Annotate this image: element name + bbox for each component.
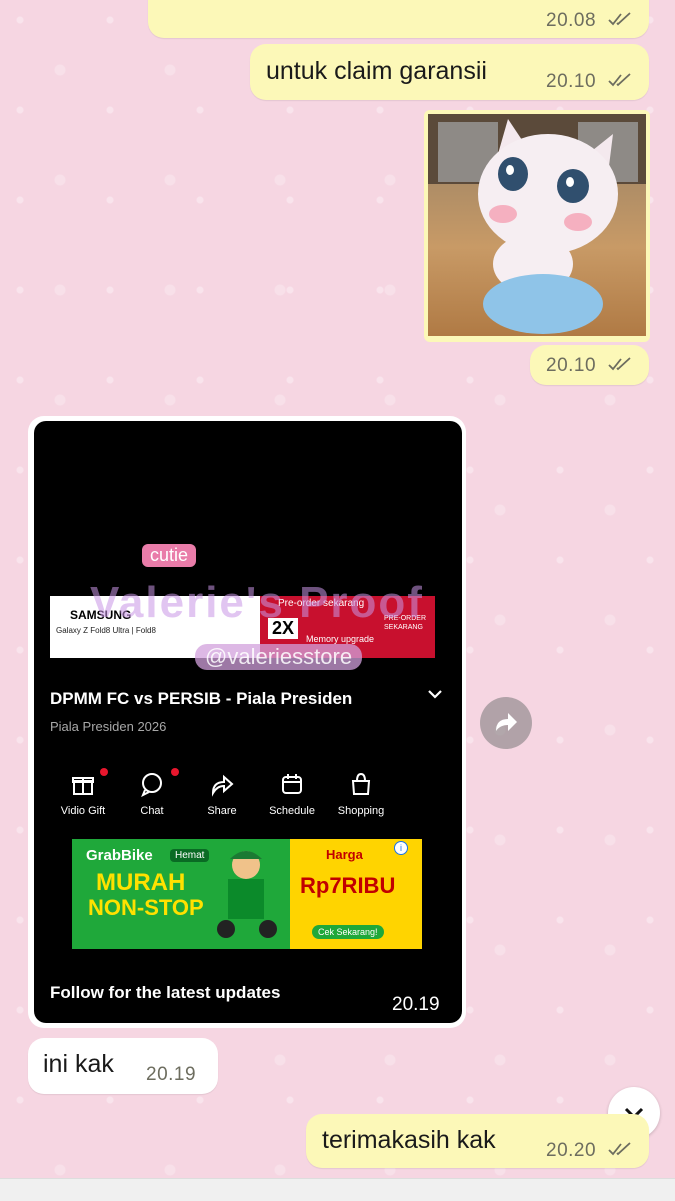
forward-icon [496, 713, 517, 731]
action-chat[interactable]: Chat [117, 771, 187, 817]
video-title: DPMM FC vs PERSIB - Piala Presiden [50, 689, 353, 708]
ad-price-label: Harga [326, 847, 363, 862]
action-label: Share [207, 805, 237, 817]
action-shopping[interactable]: Shopping [326, 771, 396, 817]
ad-headline-1: MURAH [96, 869, 186, 896]
grabbike-ad-banner[interactable]: GrabBike Hemat MURAH NON-STOP Harga Rp7R… [72, 839, 422, 949]
message-bubble-incoming[interactable]: ini kak 20.19 [28, 1038, 218, 1094]
message-text: untuk claim garansii [266, 57, 487, 85]
watermark-title: Valerie's Proof [90, 578, 424, 627]
message-bubble-outgoing[interactable]: 20.08 [148, 0, 649, 38]
action-schedule[interactable]: Schedule [257, 771, 327, 817]
ad-headline-2: NON-STOP [88, 895, 204, 920]
action-label: Schedule [269, 805, 315, 817]
message-text: ini kak [43, 1050, 114, 1078]
message-time: 20.10 [546, 71, 597, 92]
chat-icon [141, 773, 162, 797]
action-label: Chat [140, 805, 164, 817]
message-text: terimakasih kak [322, 1126, 496, 1154]
forward-button[interactable] [480, 697, 532, 749]
action-vidio-gift[interactable]: Vidio Gift [48, 771, 118, 817]
share-icon [211, 774, 234, 797]
notification-badge [100, 768, 108, 776]
ad-green-panel: GrabBike Hemat MURAH NON-STOP [72, 839, 290, 949]
message-bubble-outgoing[interactable]: 20.10 [530, 345, 649, 385]
shared-screenshot[interactable]: SAMSUNG Galaxy Z Fold8 Ultra | Fold8 Pre… [34, 421, 462, 1023]
ad-cta[interactable]: Cek Sekarang! [312, 925, 384, 939]
follow-text: Follow for the latest updates [50, 983, 281, 1002]
shopping-bag-icon [351, 772, 371, 795]
message-bubble-outgoing[interactable]: terimakasih kak 20.20 [306, 1114, 649, 1168]
read-ticks-icon [608, 1142, 632, 1156]
video-subtitle: Piala Presiden 2026 [50, 719, 167, 734]
banner-promo-sub: Memory upgrade [306, 634, 375, 644]
input-bar[interactable] [0, 1178, 675, 1201]
message-bubble-outgoing[interactable]: untuk claim garansii 20.10 [250, 44, 649, 100]
message-time: 20.19 [146, 1064, 197, 1085]
watermark-cutie-label: cutie [142, 544, 197, 567]
ad-price: Rp7RIBU [300, 873, 396, 898]
message-time: 20.20 [546, 1140, 597, 1161]
gift-icon [72, 777, 94, 795]
ad-info-icon[interactable]: i [394, 841, 408, 855]
ad-tag: Hemat [170, 849, 210, 862]
read-ticks-icon [608, 73, 632, 87]
notification-badge [171, 768, 179, 776]
ad-brand: GrabBike [86, 847, 153, 864]
read-ticks-icon [608, 357, 632, 371]
sticker-image[interactable] [428, 114, 646, 336]
message-time: 20.08 [546, 10, 597, 31]
action-share[interactable]: Share [187, 771, 257, 817]
message-time: 20.19 [392, 994, 440, 1015]
action-label: Vidio Gift [60, 805, 106, 817]
chevron-down-icon[interactable] [428, 686, 442, 704]
ad-price-panel: Harga Rp7RIBU Cek Sekarang! i [290, 839, 422, 949]
message-time: 20.10 [546, 355, 597, 376]
rider-illustration [217, 851, 277, 938]
calendar-icon [282, 774, 302, 794]
read-ticks-icon [608, 12, 632, 26]
watermark-handle: @valeriesstore [195, 644, 363, 670]
action-label: Shopping [337, 805, 385, 817]
